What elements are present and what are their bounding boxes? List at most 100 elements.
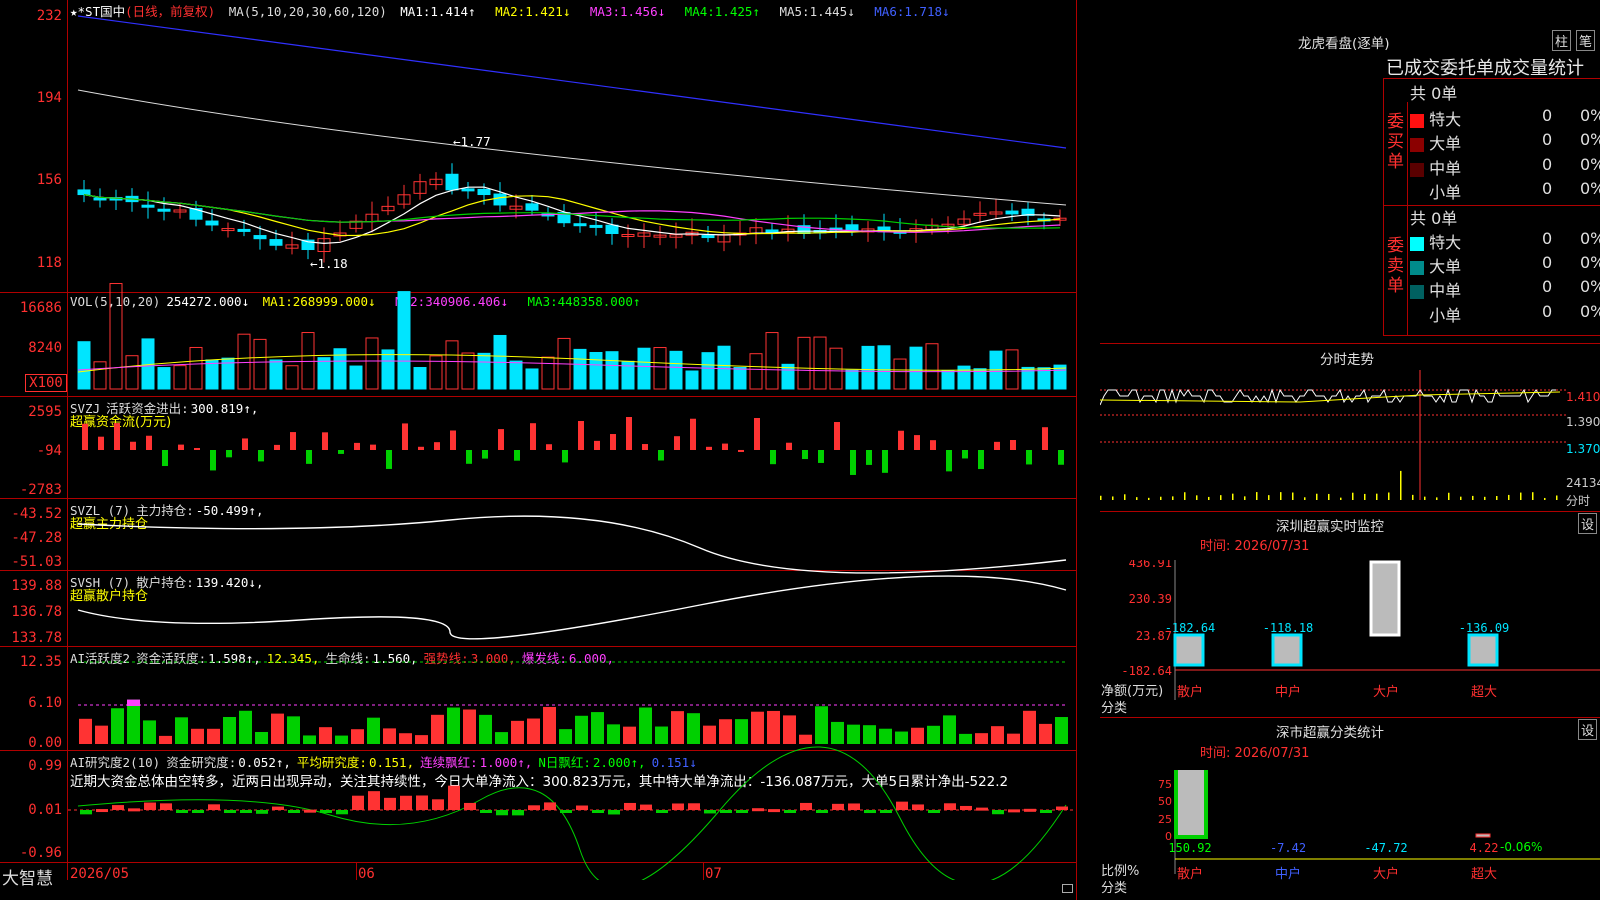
monitor-bar bbox=[1467, 633, 1499, 667]
volume-bar bbox=[717, 345, 731, 390]
lhb-title: 龙虎看盘(逐单) bbox=[1298, 36, 1390, 52]
volume-bar bbox=[957, 365, 971, 390]
ai1-bar bbox=[335, 735, 348, 744]
volume-bar bbox=[589, 351, 603, 390]
volume-bar bbox=[797, 336, 811, 390]
ai1-bar bbox=[719, 719, 732, 744]
volume-bar bbox=[93, 361, 107, 390]
ai1-bar bbox=[527, 718, 540, 744]
ai1-bar bbox=[943, 715, 956, 744]
volume-bar bbox=[365, 337, 379, 390]
sell-row-l: 大单00% bbox=[1410, 253, 1600, 277]
fenshi-vol-bar bbox=[1220, 495, 1222, 500]
ai2-bar bbox=[320, 810, 332, 813]
ai2-bar bbox=[128, 808, 140, 812]
ai1-bar bbox=[143, 720, 156, 744]
candle-body bbox=[253, 235, 267, 240]
fenshi-vol-bar bbox=[1268, 495, 1270, 500]
svzj-bar bbox=[386, 450, 392, 469]
ai2-bar bbox=[608, 810, 620, 815]
stats-title: 深市超赢分类统计 bbox=[1276, 725, 1384, 741]
volume-bar bbox=[125, 355, 139, 390]
candle-body bbox=[701, 235, 715, 239]
volume-bar bbox=[205, 359, 219, 390]
ai1-bar bbox=[271, 713, 284, 744]
ai2-bar bbox=[928, 810, 940, 813]
svzj-bar bbox=[338, 450, 344, 454]
svzj-bar bbox=[178, 444, 184, 450]
svzj-bar bbox=[434, 442, 440, 450]
svzj-bar bbox=[546, 444, 552, 450]
ai1-bar bbox=[95, 725, 108, 744]
ai2-bar bbox=[944, 803, 956, 810]
ai1-bar bbox=[623, 726, 636, 744]
kline-chart[interactable] bbox=[0, 0, 1077, 880]
buy-row-l: 大单00% bbox=[1410, 130, 1600, 154]
ai2-bar bbox=[832, 803, 844, 810]
monitor-settings-button[interactable]: 设 bbox=[1578, 513, 1598, 534]
monitor-category-label: 超大 bbox=[1471, 685, 1497, 700]
svzj-bar bbox=[802, 450, 808, 460]
ai1-bar bbox=[879, 728, 892, 744]
ai1-bar bbox=[1055, 717, 1068, 744]
stats-category-label: 大户 bbox=[1373, 866, 1399, 882]
ai2-bar bbox=[672, 803, 684, 810]
svzj-bar bbox=[962, 450, 968, 459]
fenshi-vol-bar bbox=[1340, 497, 1342, 500]
svzl-line bbox=[77, 515, 1067, 574]
ai2-bar bbox=[96, 809, 108, 813]
volume-bar bbox=[173, 365, 187, 390]
candle-body bbox=[77, 189, 91, 196]
ai1-bar bbox=[847, 724, 860, 744]
ai2-bar bbox=[304, 809, 316, 813]
volume-bar bbox=[109, 283, 123, 390]
volume-bar bbox=[541, 356, 555, 390]
candle-body bbox=[157, 208, 171, 212]
fenshi-chart[interactable] bbox=[1100, 370, 1566, 510]
fenshi-vol-bar bbox=[1532, 492, 1534, 500]
svzj-bar bbox=[706, 446, 712, 450]
volume-bar bbox=[237, 333, 251, 390]
ai2-bar bbox=[736, 810, 748, 813]
svzj-bar bbox=[306, 450, 312, 464]
monitor-bar bbox=[1271, 633, 1303, 667]
volume-bar bbox=[381, 349, 395, 390]
stats-ytick: 50 bbox=[1158, 795, 1172, 808]
svzj-bar bbox=[882, 450, 888, 473]
svzj-bar bbox=[226, 450, 232, 458]
volume-bar bbox=[685, 370, 699, 390]
ma1-line bbox=[83, 186, 1061, 245]
stats-time: 时间: 2026/07/31 bbox=[1200, 746, 1310, 761]
svzj-bar bbox=[1026, 450, 1032, 465]
ai2-bar bbox=[352, 795, 364, 810]
svzj-bar bbox=[930, 440, 936, 450]
ai2-bar bbox=[768, 809, 780, 813]
candle-body bbox=[205, 220, 219, 226]
fenshi-vol-bar bbox=[1256, 492, 1258, 500]
ai1-bar bbox=[479, 714, 492, 744]
ai2-bar bbox=[256, 810, 268, 814]
bar-view-button[interactable]: 柱 bbox=[1552, 30, 1572, 51]
ma2-line bbox=[83, 194, 1061, 237]
sell-total: 共 0单 bbox=[1410, 209, 1458, 228]
ai1-bar-top bbox=[127, 699, 140, 706]
svzj-bar bbox=[946, 450, 952, 472]
lhb-frame-bottom bbox=[1383, 335, 1600, 336]
ai1-bar bbox=[1039, 723, 1052, 744]
ai2-bar bbox=[656, 810, 668, 813]
sell-row-m: 中单00% bbox=[1410, 277, 1600, 301]
svzj-bar bbox=[530, 423, 536, 450]
fenshi-vol-bar bbox=[1124, 494, 1126, 500]
stats-settings-button[interactable]: 设 bbox=[1578, 719, 1598, 740]
ai2-bar bbox=[688, 803, 700, 810]
ai2-bar bbox=[512, 810, 524, 816]
volume-bar bbox=[269, 359, 283, 390]
tick-view-button[interactable]: 笔 bbox=[1576, 30, 1596, 51]
ai2-bar bbox=[80, 810, 92, 815]
sell-row-xl: 特大00% bbox=[1410, 229, 1600, 253]
stats-top-border bbox=[1100, 717, 1600, 718]
volume-bar bbox=[765, 332, 779, 390]
ai2-bar bbox=[496, 810, 508, 816]
lock-icon[interactable] bbox=[1062, 884, 1073, 893]
fenshi-vol-bar bbox=[1184, 492, 1186, 500]
